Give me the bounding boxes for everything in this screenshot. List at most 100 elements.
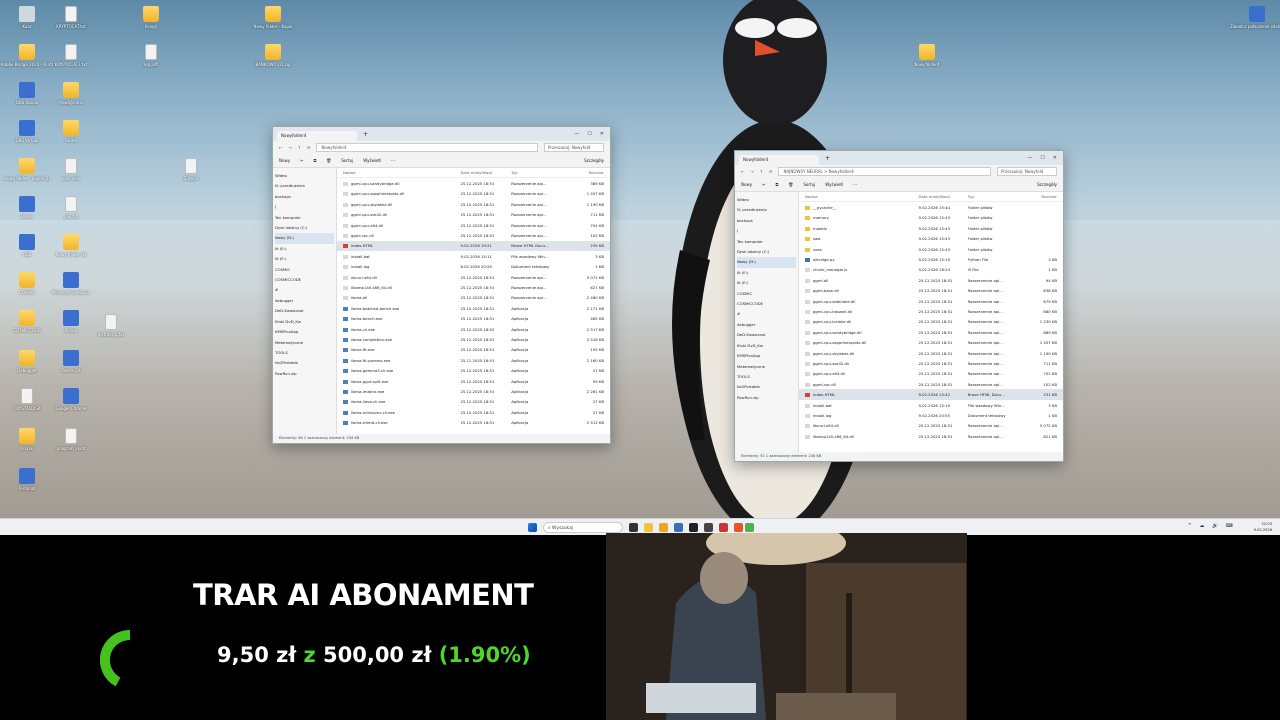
- column-header[interactable]: Nazwa: [805, 194, 919, 199]
- file-row[interactable]: ggml-rpc.dll 25.12.2025 18:51 Rozszerzenie…: [799, 379, 1063, 389]
- nav-item[interactable]: Wideo: [275, 171, 334, 181]
- file-row[interactable]: ggml-cpu-skylakex.dll 25.12.2025 18:51 Roz…: [799, 348, 1063, 358]
- desktop-icon-folder[interactable]: Folder: [44, 120, 98, 143]
- file-row[interactable]: install.bat 9.02.2026 15:11 Plik wsadowy W…: [337, 251, 610, 261]
- explorer-window-right[interactable]: Nowyfolder4 + — ☐ ✕ ← → ↑ ⟳ NAJNOWSY NEU…: [734, 150, 1064, 462]
- brave-taskbar-icon[interactable]: [734, 523, 743, 532]
- nav-item[interactable]: #: [275, 285, 334, 295]
- nav-item[interactable]: Nowy (D:): [275, 233, 334, 244]
- file-row[interactable]: llama-imatrix.exe 25.12.2025 18:51 Aplikac…: [337, 386, 610, 396]
- file-row[interactable]: ggml-cpu-icelake.dll 25.12.2025 18:51 Rozs…: [799, 317, 1063, 327]
- up-arrow-icon[interactable]: ↑: [298, 145, 301, 150]
- nav-item[interactable]: Kłuki DvD_Kw: [275, 317, 334, 327]
- nav-item[interactable]: Kłuki DvD_Kw: [737, 341, 796, 351]
- desktop-icon-folder[interactable]: Nowy folder (2): [44, 234, 98, 257]
- nav-item[interactable]: Matematyczne: [737, 362, 796, 372]
- nav-item[interactable]: debugger: [275, 296, 334, 306]
- system-tray[interactable]: ^ ☁ 🔊 ⌨: [1188, 523, 1236, 529]
- file-row[interactable]: ggml-cpu-skylakex.dll 25.12.2025 18:51 Roz…: [337, 199, 610, 209]
- clock[interactable]: 22:03 9.02.2026: [1254, 521, 1272, 533]
- nav-item[interactable]: KMSPicoApp: [275, 327, 334, 337]
- copy-icon[interactable]: ⧉: [313, 158, 316, 163]
- column-header[interactable]: Rozmiar: [1024, 194, 1063, 199]
- terminal-taskbar-icon[interactable]: [704, 523, 713, 532]
- nav-item[interactable]: DeD.Kwasional: [737, 330, 796, 340]
- column-header[interactable]: Typ: [968, 194, 1025, 199]
- file-row[interactable]: ggml-cpu-sse42.dll 25.12.2025 18:51 Rozsze…: [337, 210, 610, 220]
- explorer-window-left[interactable]: Nowyfolder4 + — ☐ ✕ ← → ↑ ⟳ Nowyfolder4 …: [272, 126, 611, 444]
- file-row[interactable]: ggml-cpu-sse42.dll 25.12.2025 18:51 Rozsze…: [799, 358, 1063, 368]
- nav-item[interactable]: DeD.Kwasional: [275, 306, 334, 316]
- file-row[interactable]: install.log 9.02.2026 20:55 Dokument tekst…: [799, 410, 1063, 420]
- desktop-icon-app[interactable]: Zakończ połączenie zdalne: [1230, 6, 1280, 29]
- file-row[interactable]: llama-gguf-split.exe 25.12.2025 18:51 Apli…: [337, 376, 610, 386]
- column-header[interactable]: Nazwa: [343, 170, 460, 175]
- file-row[interactable]: llama-cli.exe 25.12.2025 18:52 Aplikacja 2 …: [337, 324, 610, 334]
- new-button[interactable]: Nowy: [279, 158, 290, 163]
- file-row[interactable]: ggml-cpu-sandybridge.dll 25.12.2025 18:51…: [337, 178, 610, 188]
- maximize-button[interactable]: ☐: [1040, 155, 1044, 161]
- file-row[interactable]: sast 9.02.2026 15:43 Folder plików: [799, 234, 1063, 244]
- desktop-icon-file[interactable]: plik.txt: [44, 196, 98, 219]
- search-input[interactable]: Przeszukaj: Nowyfold: [997, 167, 1057, 176]
- nav-item[interactable]: Matematyczne: [275, 338, 334, 348]
- file-row[interactable]: llama-fit-params.exe 25.12.2025 18:51 Apli…: [337, 355, 610, 365]
- refresh-icon[interactable]: ⟳: [307, 145, 310, 150]
- address-bar[interactable]: NAJNOWSY NEURAL > Nowyfolder4: [778, 167, 991, 176]
- nav-item[interactable]: lit (E:): [737, 268, 796, 278]
- file-row[interactable]: llama-llava-cli.exe 25.12.2025 18:51 Aplik…: [337, 397, 610, 407]
- minimize-button[interactable]: —: [1027, 155, 1032, 161]
- media-taskbar-icon[interactable]: [674, 523, 683, 532]
- new-tab-button[interactable]: +: [363, 131, 368, 138]
- desktop-icon-file[interactable]: Zdjęcia: [164, 158, 218, 181]
- maximize-button[interactable]: ☐: [587, 131, 591, 137]
- desktop-icon-file[interactable]: Instrukcja.txt: [84, 314, 138, 337]
- nav-item[interactable]: lit (E:): [275, 244, 334, 254]
- close-button[interactable]: ✕: [600, 131, 604, 137]
- minimize-button[interactable]: —: [574, 131, 579, 137]
- desktop-icon-file[interactable]: kurs.xlsx: [44, 158, 98, 181]
- file-row[interactable]: ggml-cpu-sandybridge.dll 25.12.2025 18:51…: [799, 327, 1063, 337]
- nav-item[interactable]: TOOLS: [737, 372, 796, 382]
- up-arrow-icon[interactable]: ↑: [760, 169, 763, 174]
- file-row[interactable]: ggml-cpu-alderlake.dll 25.12.2025 18:51 Ro…: [799, 296, 1063, 306]
- nav-item[interactable]: COSMIC: [275, 265, 334, 275]
- nav-item[interactable]: lit (E:): [737, 278, 796, 288]
- address-bar[interactable]: Nowyfolder4: [316, 143, 538, 152]
- desktop-icon-file[interactable]: log.pdf: [124, 44, 178, 67]
- nav-item[interactable]: J: [275, 202, 334, 212]
- details-button[interactable]: Szczegóły: [1037, 182, 1057, 187]
- file-row[interactable]: llama-completion.exe 25.12.2025 18:51 Apli…: [337, 334, 610, 344]
- copy-icon[interactable]: ⧉: [775, 182, 778, 187]
- nav-item[interactable]: Ten komputer: [275, 213, 334, 223]
- file-row[interactable]: libomp140.x86_64.dll 25.12.2025 18:51 Rozs…: [337, 282, 610, 292]
- nav-item[interactable]: COSMICCODE: [275, 275, 334, 285]
- back-arrow-icon[interactable]: ←: [279, 145, 282, 150]
- app-taskbar-icon[interactable]: [719, 523, 728, 532]
- nav-item[interactable]: KMSPicoApp: [737, 351, 796, 361]
- file-row[interactable]: llama-minicpmv-cli.exe 25.12.2025 18:51 Ap…: [337, 407, 610, 417]
- nav-item[interactable]: Ten komputer: [737, 237, 796, 247]
- desktop-icon-file[interactable]: KRYPTOCAT2.txt: [44, 44, 98, 67]
- file-row[interactable]: install.log 8.02.2026 20:55 Dokument tekst…: [337, 262, 610, 272]
- delete-icon[interactable]: 🗑: [788, 182, 793, 187]
- file-row[interactable]: ggml-cpu-sapphirerapids.dll 25.12.2025 18…: [799, 337, 1063, 347]
- column-header[interactable]: Rozmiar: [570, 170, 610, 175]
- obs-taskbar-icon[interactable]: [689, 523, 698, 532]
- desktop-icon-app[interactable]: Opera GX: [44, 350, 98, 373]
- nav-item[interactable]: backups: [275, 192, 334, 202]
- folder-taskbar-icon[interactable]: [659, 523, 668, 532]
- desktop-icon-folder[interactable]: BANKOWO (2).zip: [246, 44, 300, 67]
- cut-icon[interactable]: ✂: [762, 182, 765, 187]
- column-header[interactable]: Typ: [511, 170, 570, 175]
- desktop-icon-file[interactable]: program_skrót: [44, 428, 98, 451]
- file-row[interactable]: models 9.02.2026 15:43 Folder plików: [799, 223, 1063, 233]
- refresh-icon[interactable]: ⟳: [769, 169, 772, 174]
- file-row[interactable]: llama-batched-bench.exe 25.12.2025 18:51 A…: [337, 303, 610, 313]
- file-row[interactable]: chunk_manager.js 9.02.2026 18:24 JS File 1 …: [799, 265, 1063, 275]
- forward-arrow-icon[interactable]: →: [288, 145, 291, 150]
- file-row[interactable]: ggml-cpu-sapphirerapids.dll 25.12.2025 18…: [337, 189, 610, 199]
- nav-item[interactable]: lit (E:): [275, 254, 334, 264]
- view-button[interactable]: Wyświetl: [363, 158, 381, 163]
- file-explorer-taskbar-icon[interactable]: [644, 523, 653, 532]
